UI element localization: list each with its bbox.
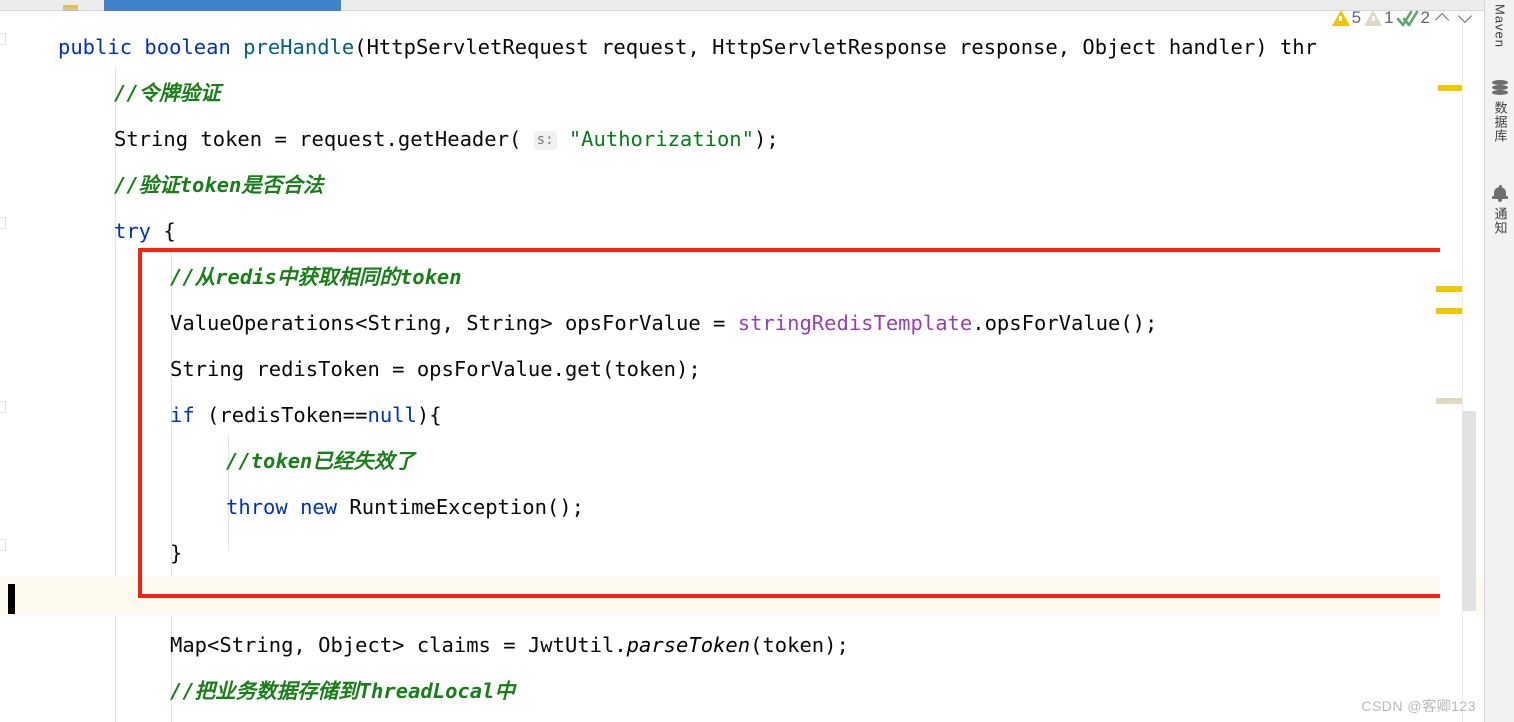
code-token: RuntimeException(); <box>337 495 584 519</box>
code-token: (token); <box>750 633 849 657</box>
code-token: preHandle <box>243 35 355 59</box>
editor-window: public boolean preHandle(HttpServletRequ… <box>0 0 1514 722</box>
code-token: (HttpServletRequest request, HttpServlet… <box>354 35 1317 59</box>
code-line[interactable]: throw new RuntimeException(); <box>0 484 1484 530</box>
parameter-hint-badge: s: <box>533 131 557 150</box>
code-token: try <box>114 219 152 243</box>
sidebar-item-maven[interactable]: Maven <box>1485 4 1514 48</box>
code-token: stringRedisTemplate <box>737 311 973 335</box>
error-stripe-marker[interactable] <box>1436 286 1462 292</box>
code-token: .opsForValue(); <box>972 311 1158 335</box>
code-line[interactable]: //令牌验证 <box>0 70 1484 116</box>
weak-warnings-indicator[interactable]: 1 <box>1364 8 1394 28</box>
code-line[interactable]: String redisToken = opsForValue.get(toke… <box>0 346 1484 392</box>
weak-warnings-count: 1 <box>1384 8 1394 27</box>
code-line[interactable]: //token已经失效了 <box>0 438 1484 484</box>
code-token: ValueOperations<String, String> opsForVa… <box>170 311 738 335</box>
code-token: throw <box>226 495 288 519</box>
code-token: null <box>367 403 417 427</box>
code-token: public <box>58 35 133 59</box>
code-token: //令牌验证 <box>114 81 221 105</box>
code-token: new <box>300 495 338 519</box>
weak-warning-triangle-icon <box>1364 10 1383 26</box>
code-line[interactable]: try { <box>0 208 1484 254</box>
ok-count: 2 <box>1420 8 1430 27</box>
sidebar-item-label: 通知 <box>1492 207 1508 235</box>
code-token: } <box>170 541 183 565</box>
warnings-indicator[interactable]: 5 <box>1331 8 1362 28</box>
code-token: { <box>151 219 176 243</box>
code-line[interactable] <box>0 576 1484 622</box>
code-token: ){ <box>416 403 442 427</box>
error-stripe-column[interactable] <box>1436 22 1462 722</box>
sidebar-item-label: 数据库 <box>1492 101 1508 143</box>
right-tool-sidebar[interactable]: Maven 数据库 通知 <box>1484 0 1514 722</box>
code-line[interactable]: Map<String, Object> claims = JwtUtil.par… <box>0 622 1484 668</box>
code-line[interactable]: if (redisToken==null){ <box>0 392 1484 438</box>
code-editor[interactable]: public boolean preHandle(HttpServletRequ… <box>0 11 1484 722</box>
error-stripe-marker[interactable] <box>1436 308 1462 314</box>
bell-icon <box>1492 185 1508 202</box>
code-line[interactable]: String token = request.getHeader( s: "Au… <box>0 116 1484 162</box>
code-token: Map<String, Object> claims = JwtUtil. <box>170 633 627 657</box>
code-line[interactable]: } <box>0 530 1484 576</box>
code-token: //token已经失效了 <box>226 449 415 473</box>
active-tab-underline[interactable] <box>104 0 341 11</box>
code-line[interactable]: ValueOperations<String, String> opsForVa… <box>0 300 1484 346</box>
editor-scrollbar-thumb[interactable] <box>1462 411 1476 611</box>
editor-scrollbar-track[interactable] <box>1462 22 1476 722</box>
code-token: //从redis中获取相同的token <box>170 265 462 289</box>
warning-triangle-icon <box>1331 10 1350 26</box>
code-token: ); <box>753 127 779 151</box>
csdn-watermark: CSDN @客卿123 <box>1361 698 1476 714</box>
error-stripe-marker[interactable] <box>1438 85 1462 91</box>
database-icon <box>1492 80 1508 96</box>
code-text-layer[interactable]: public boolean preHandle(HttpServletRequ… <box>0 11 1484 722</box>
sidebar-item-label: Maven <box>1492 4 1508 49</box>
code-line[interactable]: //验证token是否合法 <box>0 162 1484 208</box>
warnings-count: 5 <box>1351 8 1362 27</box>
chevron-up-icon[interactable] <box>1436 11 1450 25</box>
code-token: String token = request.getHeader( <box>114 127 534 151</box>
code-token: boolean <box>144 35 231 59</box>
sidebar-item-database[interactable]: 数据库 <box>1485 80 1514 143</box>
code-token: "Authorization" <box>568 127 754 151</box>
code-token: //验证token是否合法 <box>114 173 324 197</box>
code-token: if <box>170 403 195 427</box>
code-token: (redisToken== <box>194 403 368 427</box>
ok-indicator[interactable]: 2 <box>1396 8 1430 28</box>
code-token: String redisToken = opsForValue.get(toke… <box>170 357 701 381</box>
code-line[interactable]: public boolean preHandle(HttpServletRequ… <box>0 24 1484 70</box>
error-stripe-marker[interactable] <box>1436 398 1462 404</box>
chevron-down-icon[interactable] <box>1459 11 1473 25</box>
code-line[interactable]: //从redis中获取相同的token <box>0 254 1484 300</box>
sidebar-item-notifications[interactable]: 通知 <box>1485 185 1514 235</box>
editor-tab-strip[interactable] <box>0 0 1484 13</box>
code-line[interactable]: //把业务数据存储到ThreadLocal中 <box>0 668 1484 714</box>
double-check-icon <box>1396 10 1418 26</box>
code-token: parseToken <box>626 633 751 657</box>
inspection-widget[interactable]: 5 1 2 <box>1331 8 1476 28</box>
code-token: //把业务数据存储到ThreadLocal中 <box>170 679 515 703</box>
